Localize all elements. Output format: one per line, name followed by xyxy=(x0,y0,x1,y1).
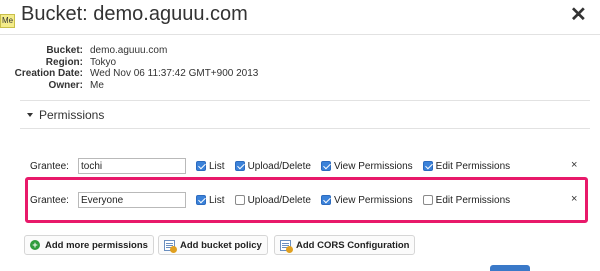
checkbox-checked-icon xyxy=(320,161,331,171)
add-circle-icon: + xyxy=(30,240,40,250)
list-label: List xyxy=(209,160,225,172)
add-more-permissions-label: Add more permissions xyxy=(45,239,148,251)
view-permissions-label: View Permissions xyxy=(333,194,413,206)
remove-grant-icon[interactable]: × xyxy=(571,193,577,205)
edit-permissions-checkbox[interactable]: Edit Permissions xyxy=(422,160,511,172)
info-row-region: Region: Tokyo xyxy=(0,57,258,69)
checkbox-checked-icon xyxy=(196,195,206,205)
grantee-label: Grantee: xyxy=(30,194,69,206)
info-key: Region: xyxy=(45,56,83,68)
add-cors-configuration-button[interactable]: Add CORS Configuration xyxy=(274,235,416,255)
permissions-toggle[interactable]: Permissions xyxy=(27,108,104,122)
view-permissions-checkbox[interactable]: View Permissions xyxy=(320,194,413,206)
section-divider xyxy=(20,100,590,101)
grant-row: Grantee: List Upload/Delete View Permiss… xyxy=(30,190,510,210)
list-checkbox[interactable]: List xyxy=(196,195,225,206)
bucket-properties-dialog: Me Bucket: demo.aguuu.com ✕ Bucket: demo… xyxy=(0,0,600,271)
edit-permissions-label: Edit Permissions xyxy=(435,194,511,206)
add-bucket-policy-button[interactable]: Add bucket policy xyxy=(158,235,268,255)
remove-grant-icon[interactable]: × xyxy=(571,159,577,171)
triangle-down-icon xyxy=(27,113,33,117)
view-permissions-label: View Permissions xyxy=(333,160,413,172)
permissions-heading: Permissions xyxy=(39,108,105,122)
edit-permissions-label: Edit Permissions xyxy=(435,160,511,172)
checkbox-checked-icon xyxy=(422,161,433,171)
checkbox-unchecked-icon xyxy=(422,195,433,205)
info-value: Me xyxy=(90,79,104,91)
info-value: Wed Nov 06 11:37:42 GMT+900 2013 xyxy=(90,68,259,79)
list-checkbox[interactable]: List xyxy=(196,161,225,172)
info-key: Owner: xyxy=(48,79,83,91)
checkbox-checked-icon xyxy=(234,161,245,171)
header-divider xyxy=(0,34,600,35)
document-add-icon xyxy=(280,239,293,253)
document-add-icon xyxy=(164,239,177,253)
upload-delete-label: Upload/Delete xyxy=(247,194,311,206)
info-key: Creation Date: xyxy=(14,68,83,79)
add-more-permissions-button[interactable]: + Add more permissions xyxy=(24,235,154,255)
info-row-bucket: Bucket: demo.aguuu.com xyxy=(0,45,258,57)
info-value: demo.aguuu.com xyxy=(90,45,168,56)
checkbox-checked-icon xyxy=(196,161,206,171)
me-tab[interactable]: Me xyxy=(0,14,15,28)
add-bucket-policy-label: Add bucket policy xyxy=(180,239,262,251)
grant-row: Grantee: List Upload/Delete View Permiss… xyxy=(30,156,510,176)
info-value: Tokyo xyxy=(90,56,117,68)
dialog-title: Bucket: demo.aguuu.com xyxy=(21,3,248,25)
info-row-owner: Owner: Me xyxy=(0,80,258,92)
section-divider xyxy=(20,128,590,129)
save-button-partial[interactable] xyxy=(490,265,530,271)
grantee-input[interactable] xyxy=(78,158,186,174)
add-cors-configuration-label: Add CORS Configuration xyxy=(296,239,410,251)
bucket-info: Bucket: demo.aguuu.com Region: Tokyo Cre… xyxy=(0,45,259,92)
list-label: List xyxy=(209,194,225,206)
upload-delete-label: Upload/Delete xyxy=(247,160,311,172)
view-permissions-checkbox[interactable]: View Permissions xyxy=(320,160,413,172)
checkbox-unchecked-icon xyxy=(234,195,245,205)
close-icon[interactable]: ✕ xyxy=(570,3,587,27)
info-key: Bucket: xyxy=(46,45,83,56)
grantee-label: Grantee: xyxy=(30,160,69,172)
grantee-input[interactable] xyxy=(78,192,186,208)
upload-delete-checkbox[interactable]: Upload/Delete xyxy=(234,194,311,206)
upload-delete-checkbox[interactable]: Upload/Delete xyxy=(234,160,311,172)
info-row-creation-date: Creation Date: Wed Nov 06 11:37:42 GMT+9… xyxy=(0,68,259,80)
checkbox-checked-icon xyxy=(320,195,331,205)
edit-permissions-checkbox[interactable]: Edit Permissions xyxy=(422,194,511,206)
